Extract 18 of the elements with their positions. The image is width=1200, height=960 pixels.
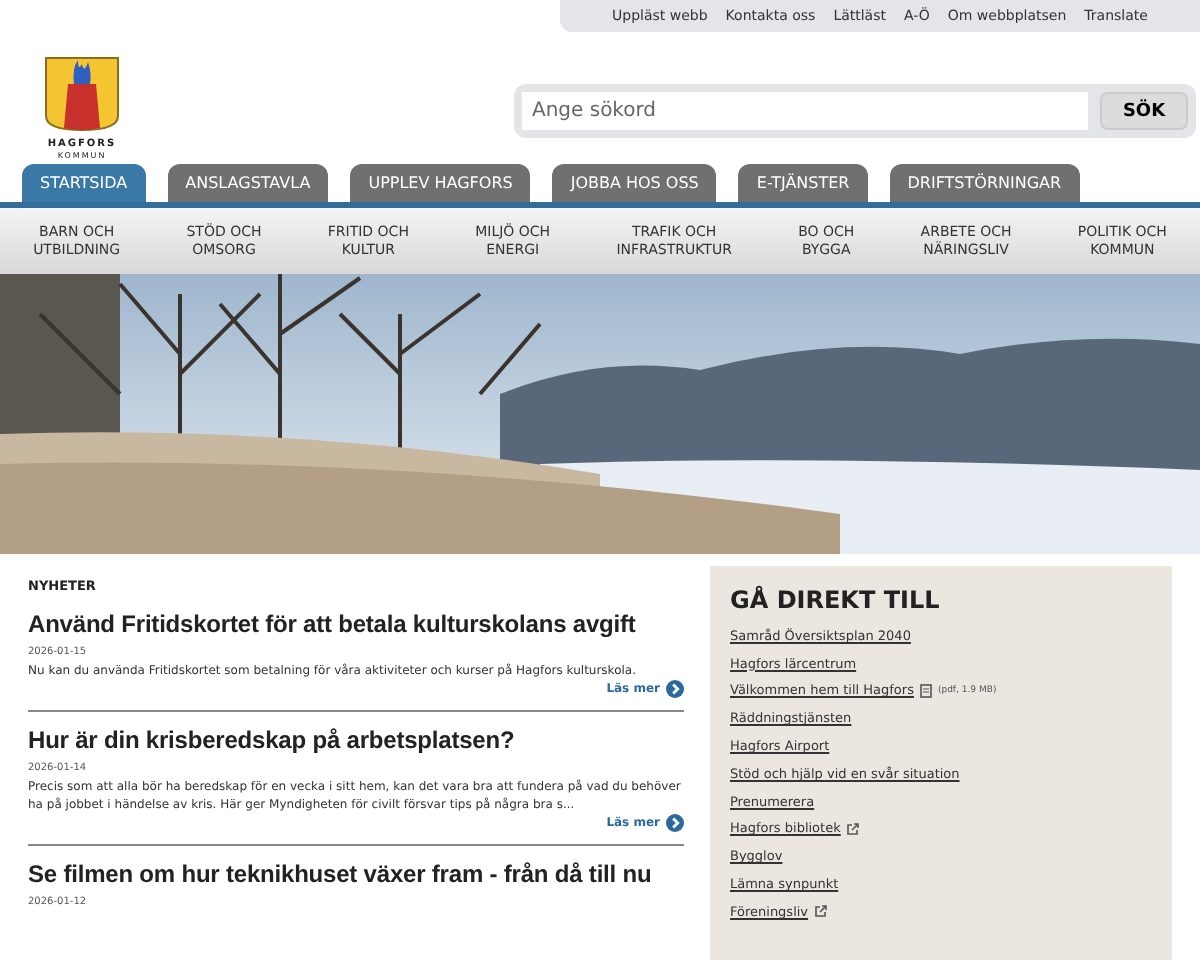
news-title[interactable]: Använd Fritidskortet för att betala kulturskolans avgift xyxy=(28,610,636,640)
nav-tab[interactable]: STARTSIDA xyxy=(22,164,146,202)
nav-tab[interactable]: ANSLAGSTAVLA xyxy=(167,164,329,202)
panel-heading: GÅ DIREKT TILL xyxy=(730,586,942,614)
external-link-icon xyxy=(846,821,861,836)
arrow-circle-icon[interactable] xyxy=(666,814,684,832)
nav-tab[interactable]: DRIFTSTÖRNINGAR xyxy=(889,164,1080,202)
nav-tab[interactable]: JOBBA HOS OSS xyxy=(552,164,717,202)
search-button[interactable]: SÖK xyxy=(1100,92,1188,130)
search-field[interactable]: Ange sökord xyxy=(522,92,1088,130)
coat-of-arms-icon[interactable] xyxy=(44,56,120,132)
external-link-icon xyxy=(814,904,829,919)
arrow-circle-icon[interactable] xyxy=(666,680,684,698)
news-title[interactable]: Se filmen om hur teknikhuset växer fram - från då till nu xyxy=(28,860,652,890)
nav-tab[interactable]: UPPLEV HAGFORS xyxy=(350,164,531,202)
nav-tab[interactable]: E-TJÄNSTER xyxy=(738,164,868,202)
news-title[interactable]: Hur är din krisberedskap på arbetsplatsen? xyxy=(28,726,515,756)
document-icon xyxy=(919,683,932,698)
